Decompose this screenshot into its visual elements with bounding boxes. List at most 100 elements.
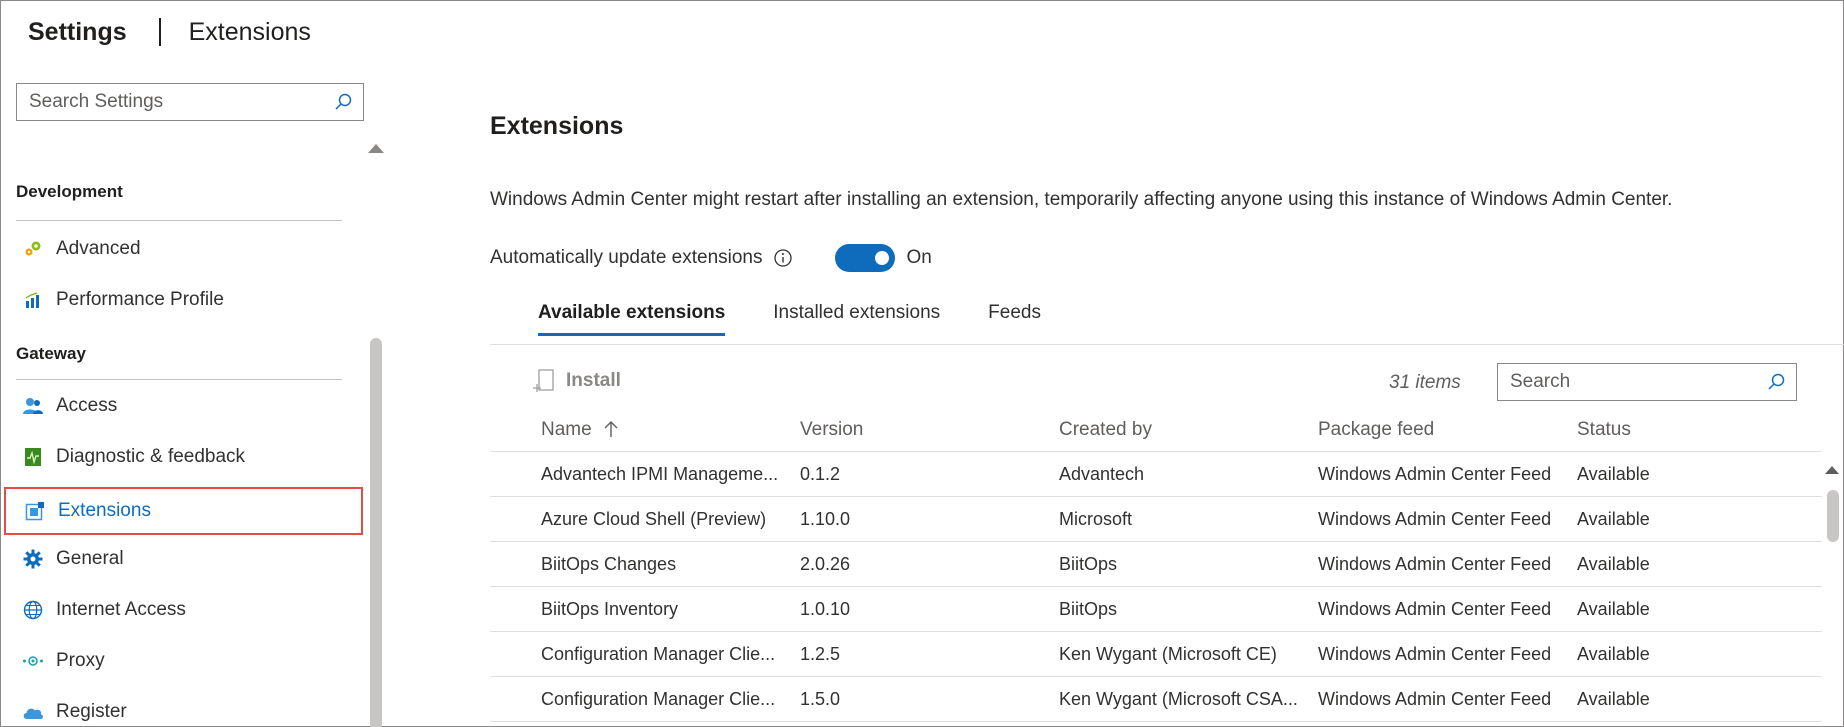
sidebar: Development Advanced Performance Profile…: [0, 0, 386, 727]
cell-name: BiitOps Inventory: [541, 598, 679, 619]
table-row[interactable]: Azure Cloud Shell (Preview) 1.10.0 Micro…: [490, 497, 1822, 542]
cell-package-feed: Windows Admin Center Feed: [1318, 643, 1552, 664]
group-header-development: Development: [16, 182, 123, 201]
toggle-knob: [874, 251, 889, 265]
sidebar-item-proxy[interactable]: Proxy: [4, 638, 363, 684]
tab-installed-extensions[interactable]: Installed extensions: [773, 302, 940, 336]
sidebar-item-register[interactable]: Register: [4, 689, 363, 727]
auto-update-label: Automatically update extensions: [490, 247, 763, 268]
tab-available-extensions[interactable]: Available extensions: [538, 302, 726, 336]
cell-status: Available: [1577, 553, 1650, 574]
install-label: Install: [566, 370, 621, 391]
table-row[interactable]: BiitOps Inventory 1.0.10 BiitOps Windows…: [490, 587, 1822, 632]
auto-update-setting: Automatically update extensions On: [490, 244, 932, 272]
sidebar-item-access[interactable]: Access: [4, 383, 363, 429]
column-header-name[interactable]: Name: [490, 419, 800, 441]
search-icon[interactable]: [1766, 372, 1786, 392]
install-icon: [533, 369, 554, 392]
cell-version: 2.0.26: [800, 553, 851, 574]
sidebar-item-label: Extensions: [58, 500, 151, 521]
page-title: Extensions: [490, 112, 624, 140]
search-icon[interactable]: [333, 92, 353, 112]
sidebar-item-label: Advanced: [56, 238, 141, 259]
sidebar-item-diagnostic-feedback[interactable]: Diagnostic & feedback: [4, 434, 363, 480]
extensions-grid: Name Version Created by Package feed Sta…: [490, 408, 1822, 722]
sidebar-item-general[interactable]: General: [4, 536, 363, 582]
cell-name: BiitOps Changes: [541, 553, 677, 574]
sidebar-item-label: Register: [56, 701, 127, 722]
grid-header: Name Version Created by Package feed Sta…: [490, 408, 1822, 452]
info-icon[interactable]: [773, 248, 793, 268]
cell-version: 1.2.5: [800, 643, 841, 664]
cell-package-feed: Windows Admin Center Feed: [1318, 553, 1552, 574]
bar-chart-icon: [22, 289, 44, 311]
cell-version: 1.10.0: [800, 508, 851, 529]
sidebar-item-label: General: [56, 548, 124, 569]
cell-status: Available: [1577, 508, 1650, 529]
cell-created-by: Ken Wygant (Microsoft CE): [1059, 643, 1277, 664]
install-button[interactable]: Install: [532, 368, 621, 394]
column-header-version[interactable]: Version: [800, 419, 1059, 441]
sidebar-item-performance-profile[interactable]: Performance Profile: [4, 277, 363, 323]
group-header-gateway: Gateway: [16, 344, 86, 363]
sort-ascending-icon: [604, 421, 618, 438]
cell-status: Available: [1577, 643, 1650, 664]
cell-version: 0.1.2: [800, 463, 841, 484]
sidebar-item-advanced[interactable]: Advanced: [4, 226, 363, 272]
extension-tabs: Available extensions Installed extension…: [538, 302, 1089, 336]
nav-scrollbar-thumb[interactable]: [370, 338, 382, 727]
table-row[interactable]: BiitOps Changes 2.0.26 BiitOps Windows A…: [490, 542, 1822, 587]
cell-name: Azure Cloud Shell (Preview): [541, 508, 767, 529]
cell-status: Available: [1577, 598, 1650, 619]
table-row[interactable]: Configuration Manager Clie... 1.2.5 Ken …: [490, 632, 1822, 677]
main-content: Extensions Windows Admin Center might re…: [490, 0, 1844, 727]
nav-divider: [16, 220, 342, 221]
users-icon: [22, 395, 44, 417]
sidebar-item-internet-access[interactable]: Internet Access: [4, 587, 363, 633]
diagnostic-icon: [22, 446, 44, 468]
column-header-package-feed[interactable]: Package feed: [1318, 419, 1577, 441]
table-row[interactable]: Advantech IPMI Manageme... 0.1.2 Advante…: [490, 452, 1822, 497]
sidebar-item-label: Diagnostic & feedback: [56, 446, 246, 467]
tabs-divider: [490, 344, 1844, 345]
cell-version: 1.5.0: [800, 688, 841, 709]
nav-divider: [16, 379, 342, 380]
cell-created-by: Advantech: [1059, 463, 1145, 484]
cell-package-feed: Windows Admin Center Feed: [1318, 463, 1552, 484]
cell-created-by: Ken Wygant (Microsoft CSA...: [1059, 688, 1298, 709]
cell-status: Available: [1577, 688, 1650, 709]
restart-notice: Windows Admin Center might restart after…: [490, 189, 1673, 210]
globe-icon: [22, 599, 44, 621]
grid-scroll-up-arrow[interactable]: [1825, 466, 1839, 474]
cell-package-feed: Windows Admin Center Feed: [1318, 688, 1552, 709]
sidebar-item-label: Access: [56, 395, 118, 416]
cell-name: Advantech IPMI Manageme...: [541, 463, 779, 484]
cell-created-by: BiitOps: [1059, 553, 1118, 574]
sidebar-item-label: Performance Profile: [56, 289, 224, 310]
auto-update-toggle[interactable]: [834, 244, 895, 272]
proxy-icon: [22, 650, 44, 672]
column-header-created-by[interactable]: Created by: [1059, 419, 1318, 441]
item-count: 31 items: [1389, 372, 1461, 393]
sidebar-item-label: Internet Access: [56, 599, 186, 620]
table-row[interactable]: Configuration Manager Clie... 1.5.0 Ken …: [490, 677, 1822, 722]
nav-scroll-up-arrow[interactable]: [368, 144, 384, 153]
search-settings-input[interactable]: [29, 91, 333, 113]
cloud-icon: [22, 701, 44, 723]
sidebar-item-extensions[interactable]: Extensions: [4, 487, 363, 535]
sidebar-item-label: Proxy: [56, 650, 105, 671]
cell-package-feed: Windows Admin Center Feed: [1318, 508, 1552, 529]
cell-version: 1.0.10: [800, 598, 851, 619]
column-header-label: Name: [541, 418, 592, 440]
gear-icon: [22, 548, 44, 570]
tab-feeds[interactable]: Feeds: [988, 302, 1041, 336]
column-header-status[interactable]: Status: [1577, 419, 1777, 441]
cell-created-by: BiitOps: [1059, 598, 1118, 619]
grid-scrollbar-thumb[interactable]: [1827, 490, 1839, 542]
cell-created-by: Microsoft: [1059, 508, 1133, 529]
search-settings-box[interactable]: [16, 83, 364, 121]
grid-search-input[interactable]: [1510, 371, 1766, 393]
gears-icon: [22, 238, 44, 260]
extensions-icon: [24, 500, 46, 522]
grid-search-box[interactable]: [1497, 363, 1797, 401]
